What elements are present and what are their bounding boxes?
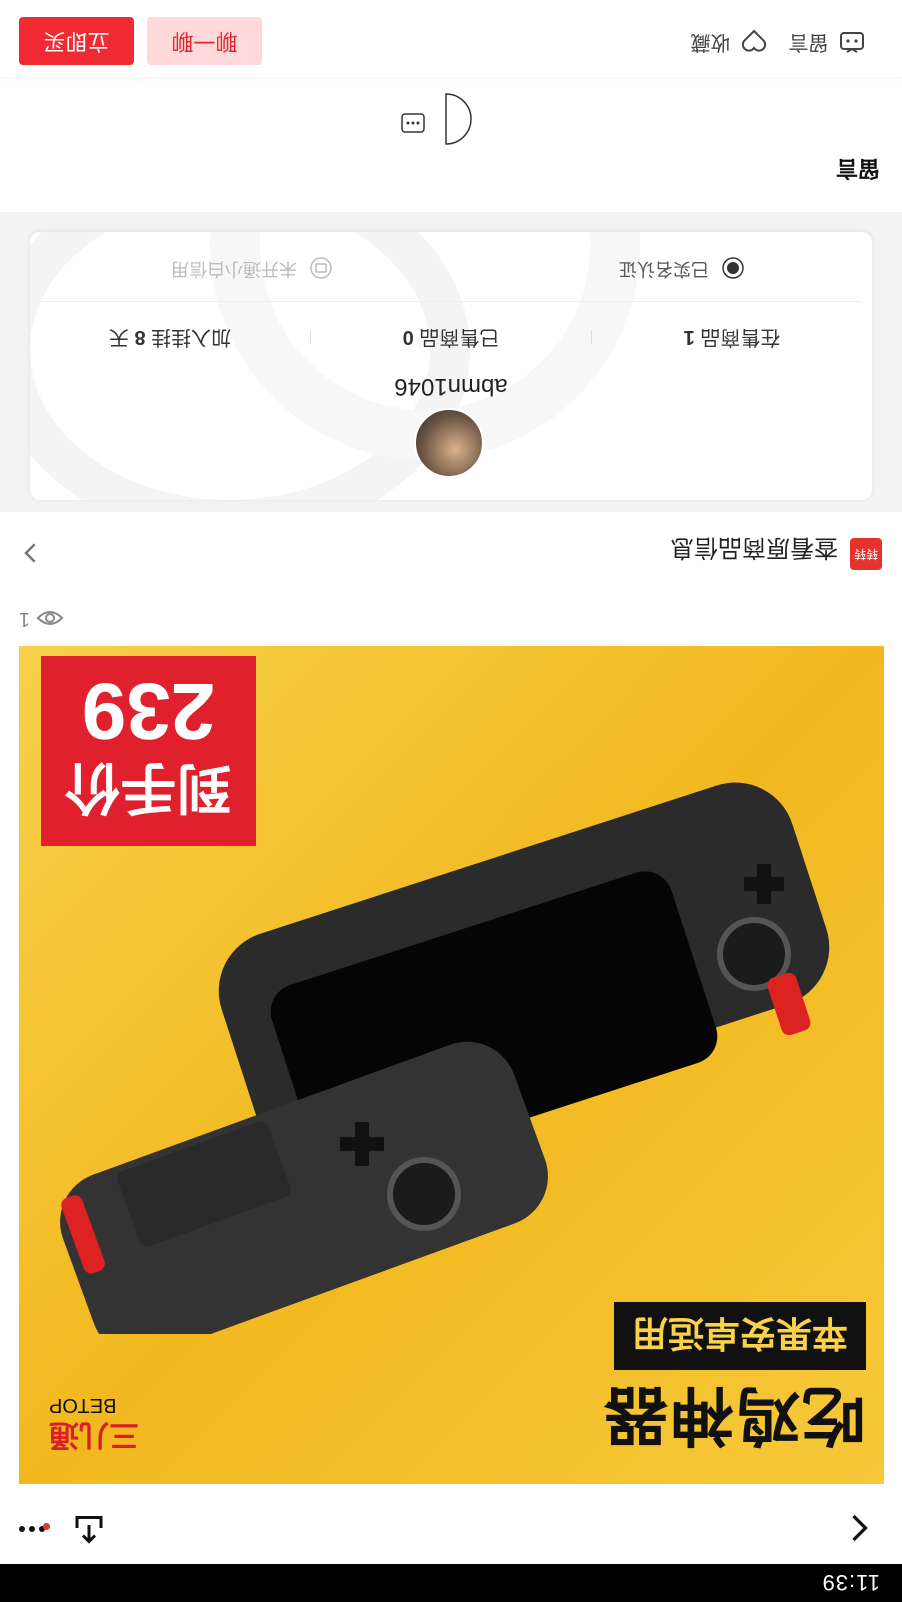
- source-product-label: 查看原商品信息: [670, 534, 838, 561]
- brand-name: 三儿通: [49, 1418, 139, 1451]
- cert-label: 未开通小白信用: [170, 259, 297, 279]
- bottom-action-bar: 留言 收藏 聊一聊 立即买: [0, 0, 902, 77]
- cert-realname: 已实名认证: [619, 257, 744, 283]
- stat-suffix: 天: [108, 326, 129, 348]
- seller-avatar[interactable]: [414, 408, 484, 478]
- source-product-row[interactable]: 转转 查看原商品信息: [0, 512, 902, 592]
- cert-label: 已实名认证: [618, 259, 709, 279]
- notification-dot: [43, 1523, 50, 1530]
- divider: [310, 330, 311, 344]
- back-icon[interactable]: [840, 1510, 876, 1546]
- eye-icon: [36, 611, 64, 625]
- comment-label: 留言: [788, 31, 829, 53]
- image-title: 吃鸡神器: [602, 1379, 866, 1451]
- stat-value: 1: [683, 326, 695, 348]
- chevron-right-icon: [24, 543, 36, 563]
- views-count: 1: [18, 608, 30, 630]
- favorite-action[interactable]: 收藏: [690, 27, 768, 59]
- share-icon[interactable]: [71, 1510, 107, 1546]
- seller-section: abmn1046 在售商品 1 已售商品 0 加入挂挂 8 天 已实名认证 未开…: [0, 212, 902, 512]
- stat-label: 在售商品: [700, 326, 781, 348]
- buy-now-button[interactable]: 立即买: [19, 17, 134, 65]
- product-image[interactable]: 吃鸡神器 苹果安卓适用 三儿通 BETOP 到手价 239: [19, 646, 884, 1484]
- stat-on-sale: 在售商品 1: [592, 325, 872, 354]
- stat-value: 0: [402, 326, 414, 348]
- heart-icon: [741, 29, 767, 52]
- favorite-label: 收藏: [690, 31, 731, 53]
- chat-button[interactable]: 聊一聊: [147, 17, 262, 65]
- price-badge: 到手价 239: [41, 656, 256, 846]
- views-row: 1: [0, 591, 902, 642]
- status-time: 11:39: [821, 1570, 880, 1595]
- price-label: 到手价: [64, 756, 233, 819]
- more-menu-button[interactable]: [14, 1514, 54, 1544]
- status-bar: 11:39: [0, 1564, 902, 1602]
- stat-sold: 已售商品 0: [311, 325, 591, 354]
- credit-icon: [310, 257, 332, 279]
- empty-comments-icon: [401, 93, 472, 145]
- stat-label: 已售商品: [419, 326, 500, 348]
- comment-icon: [840, 32, 864, 54]
- comment-action[interactable]: 留言: [788, 27, 866, 59]
- seller-name: abmn1046: [394, 373, 508, 400]
- zhuanzhuan-logo: 转转: [850, 538, 882, 570]
- nav-bar: [0, 1494, 902, 1564]
- stat-value: 8: [134, 326, 146, 348]
- comments-section: 留言: [0, 77, 902, 212]
- gamepad-illustration: [60, 782, 830, 1334]
- comments-title: 留言: [835, 156, 880, 181]
- screen: 11:39 吃鸡神器 苹果安卓适用 三儿通 BETOP 到手价 239 1 转转…: [0, 0, 902, 1602]
- certification-row: 已实名认证 未开通小白信用: [40, 241, 862, 302]
- price-value: 239: [81, 667, 216, 756]
- verified-icon: [722, 257, 744, 279]
- seller-stats: 在售商品 1 已售商品 0 加入挂挂 8 天: [30, 314, 872, 354]
- seller-card[interactable]: abmn1046 在售商品 1 已售商品 0 加入挂挂 8 天 已实名认证 未开…: [30, 232, 872, 500]
- stat-label: 加入挂挂: [151, 326, 232, 348]
- stat-joined: 加入挂挂 8 天: [30, 325, 310, 354]
- brand-sub: BETOP: [49, 1394, 117, 1416]
- cert-credit: 未开通小白信用: [171, 257, 332, 283]
- divider: [591, 330, 592, 344]
- image-brand: 三儿通 BETOP: [49, 1393, 139, 1460]
